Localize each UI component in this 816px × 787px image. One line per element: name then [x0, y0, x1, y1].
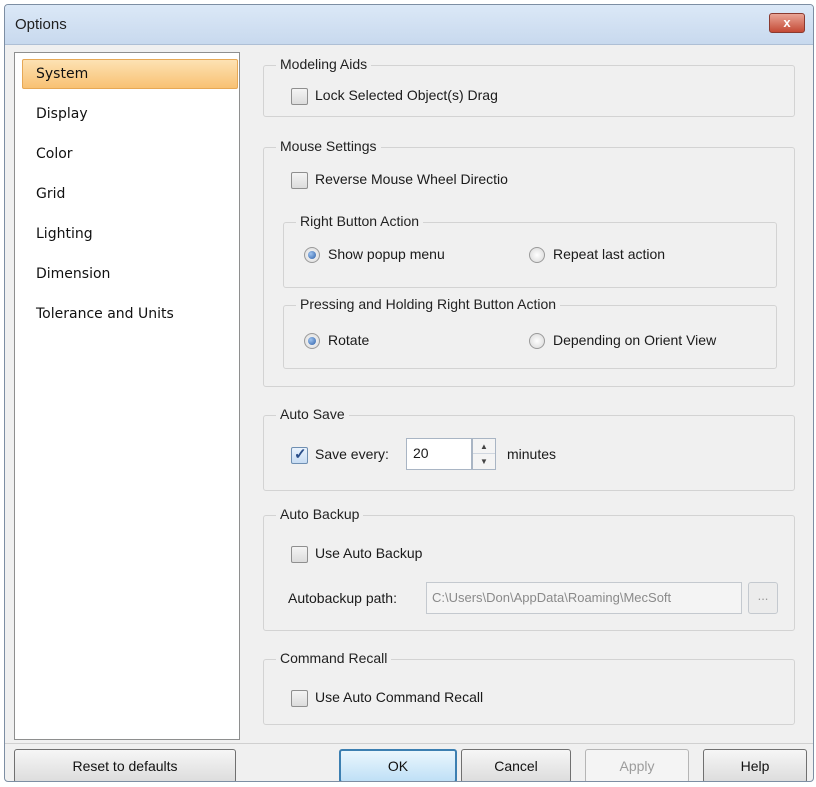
hold-right-button-group: Pressing and Holding Right Button Action…	[283, 296, 777, 369]
lock-drag-checkbox[interactable]	[291, 88, 308, 105]
use-auto-backup-checkbox[interactable]	[291, 546, 308, 563]
category-list: System Display Color Grid Lighting Dimen…	[14, 52, 240, 740]
nav-item-label: System	[36, 66, 89, 82]
reverse-wheel-label[interactable]: Reverse Mouse Wheel Directio	[315, 171, 508, 187]
close-button[interactable]: x	[769, 13, 805, 33]
apply-button[interactable]: Apply	[585, 749, 689, 781]
save-every-label[interactable]: Save every:	[315, 446, 389, 462]
group-title: Mouse Settings	[276, 138, 381, 154]
nav-item-lighting[interactable]: Lighting	[22, 219, 238, 249]
nav-item-grid[interactable]: Grid	[22, 179, 238, 209]
repeat-last-radio[interactable]	[529, 247, 545, 263]
nav-item-tolerance-and-units[interactable]: Tolerance and Units	[22, 299, 238, 329]
nav-item-label: Lighting	[36, 226, 93, 242]
nav-item-label: Tolerance and Units	[36, 306, 174, 322]
show-popup-label[interactable]: Show popup menu	[328, 246, 445, 262]
nav-item-system[interactable]: System	[22, 59, 238, 89]
ok-button[interactable]: OK	[339, 749, 457, 781]
nav-item-label: Grid	[36, 186, 66, 202]
spin-down-icon[interactable]: ▼	[473, 454, 495, 469]
auto-command-recall-label[interactable]: Use Auto Command Recall	[315, 689, 483, 705]
spin-up-icon[interactable]: ▲	[473, 439, 495, 454]
group-title: Auto Save	[276, 406, 349, 422]
autobackup-path-label: Autobackup path:	[288, 590, 397, 606]
nav-item-label: Display	[36, 106, 88, 122]
auto-command-recall-checkbox[interactable]	[291, 690, 308, 707]
help-button[interactable]: Help	[703, 749, 807, 781]
cancel-button[interactable]: Cancel	[461, 749, 571, 781]
title-bar[interactable]: Options x	[5, 5, 813, 45]
group-title: Modeling Aids	[276, 56, 372, 72]
show-popup-radio[interactable]	[304, 247, 320, 263]
command-recall-group: Command Recall Use Auto Command Recall	[263, 650, 795, 725]
save-interval-input[interactable]: 20	[406, 438, 472, 470]
save-interval-stepper[interactable]: ▲ ▼	[472, 438, 496, 470]
autobackup-path-input[interactable]: C:\Users\Don\AppData\Roaming\MecSoft	[426, 582, 742, 614]
nav-item-display[interactable]: Display	[22, 99, 238, 129]
group-title: Pressing and Holding Right Button Action	[296, 296, 561, 312]
use-auto-backup-label[interactable]: Use Auto Backup	[315, 545, 422, 561]
minutes-label: minutes	[507, 446, 557, 462]
footer-divider	[5, 743, 813, 744]
modeling-aids-group: Modeling Aids Lock Selected Object(s) Dr…	[263, 56, 795, 117]
group-title: Right Button Action	[296, 213, 424, 229]
auto-backup-group: Auto Backup Use Auto Backup Autobackup p…	[263, 506, 795, 631]
lock-drag-label[interactable]: Lock Selected Object(s) Drag	[315, 87, 498, 103]
rotate-radio[interactable]	[304, 333, 320, 349]
nav-item-dimension[interactable]: Dimension	[22, 259, 238, 289]
browse-button[interactable]: ...	[748, 582, 778, 614]
nav-item-label: Color	[36, 146, 73, 162]
nav-item-color[interactable]: Color	[22, 139, 238, 169]
right-button-action-group: Right Button Action Show popup menu Repe…	[283, 213, 777, 288]
window-title: Options	[15, 16, 67, 33]
orient-view-radio[interactable]	[529, 333, 545, 349]
rotate-label[interactable]: Rotate	[328, 332, 369, 348]
close-icon: x	[783, 15, 791, 30]
reset-to-defaults-button[interactable]: Reset to defaults	[14, 749, 236, 781]
nav-item-label: Dimension	[36, 266, 111, 282]
auto-save-group: Auto Save Save every: 20 ▲ ▼ minutes	[263, 406, 795, 491]
save-every-checkbox[interactable]	[291, 445, 308, 464]
group-title: Command Recall	[276, 650, 392, 666]
options-dialog: Options x System Display Color Grid Ligh…	[4, 4, 814, 782]
repeat-last-label[interactable]: Repeat last action	[553, 246, 665, 262]
group-title: Auto Backup	[276, 506, 364, 522]
orient-view-label[interactable]: Depending on Orient View	[553, 332, 716, 348]
reverse-wheel-checkbox[interactable]	[291, 172, 308, 189]
mouse-settings-group: Mouse Settings Reverse Mouse Wheel Direc…	[263, 138, 795, 387]
